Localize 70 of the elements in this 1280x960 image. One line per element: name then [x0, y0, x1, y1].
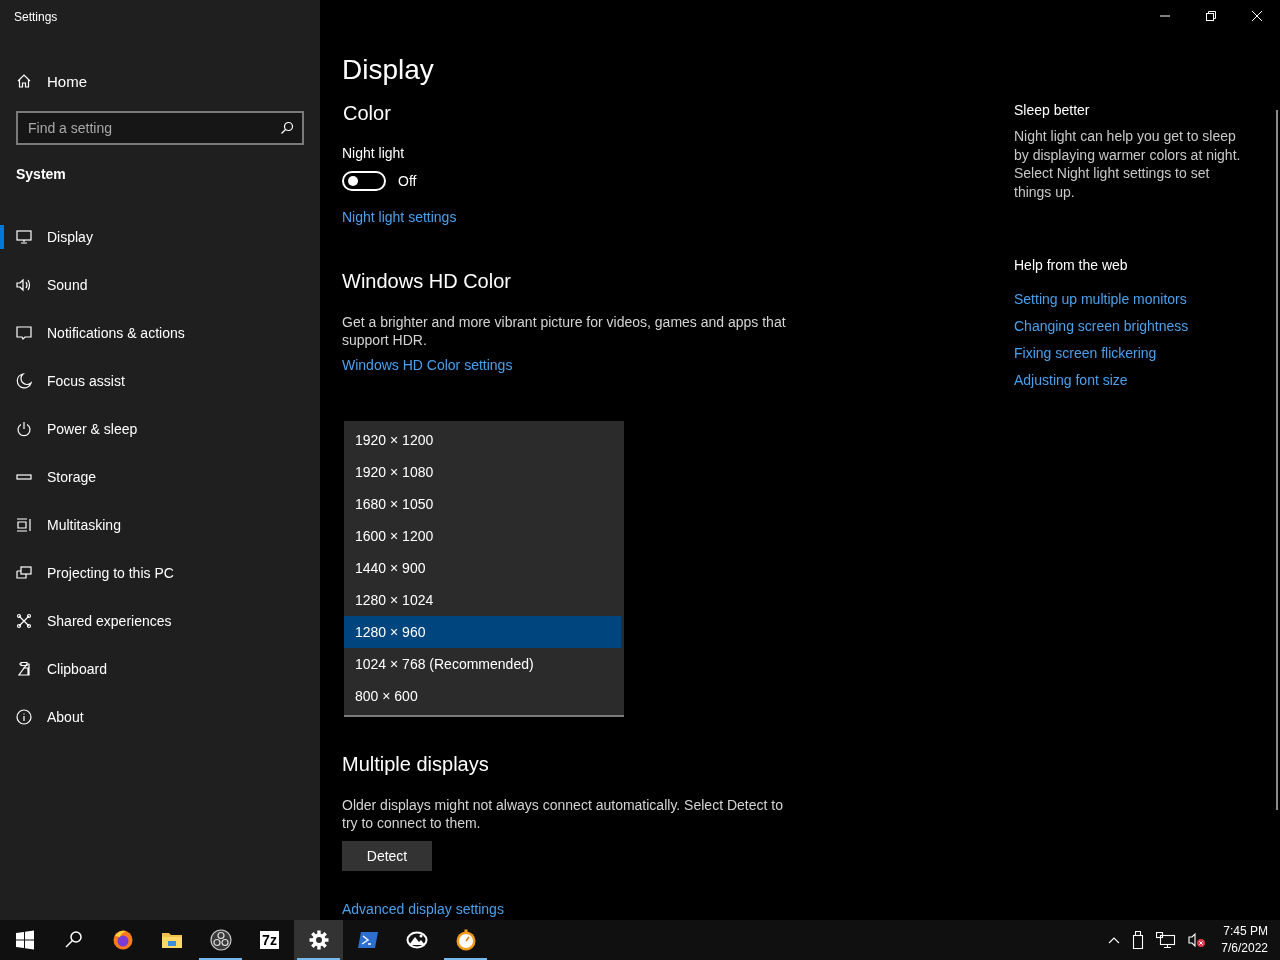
info-icon [16, 709, 32, 725]
archive-app-icon: 7z [260, 931, 279, 949]
speaker-icon [16, 277, 32, 293]
multitasking-icon [16, 517, 32, 533]
sidebar-item[interactable]: Display [0, 213, 320, 261]
restore-icon [1206, 11, 1216, 21]
sidebar-item[interactable]: Focus assist [0, 357, 320, 405]
detect-button[interactable]: Detect [342, 841, 432, 871]
dropdown-option[interactable]: 1024 × 768 (Recommended) [344, 648, 621, 680]
power-icon [16, 421, 32, 437]
dropdown-option[interactable]: 1440 × 900 [344, 552, 621, 584]
sidebar-item[interactable]: Sound [0, 261, 320, 309]
screens-icon [16, 565, 32, 581]
description-text: Get a brighter and more vibrant picture for videos, games and apps that support HDR. [342, 313, 787, 349]
sidebar-item[interactable]: Notifications & actions [0, 309, 320, 357]
search-icon [280, 121, 294, 135]
settings-link[interactable]: Advanced display settings [342, 901, 504, 917]
sidebar-item[interactable]: Projecting to this PC [0, 549, 320, 597]
description-text: Older displays might not always connect automatically. Select Detect to try to connect to them. [342, 796, 784, 832]
toggle-switch[interactable] [342, 171, 386, 191]
dropdown-option[interactable]: 1920 × 1200 [344, 424, 621, 456]
clock-time[interactable]: 7:45 PM [1223, 923, 1268, 940]
clipboard-icon [16, 661, 32, 677]
clock-date[interactable]: 7/6/2022 [1221, 940, 1268, 957]
sidebar-item[interactable]: Power & sleep [0, 405, 320, 453]
search-field[interactable]: Find a setting [16, 111, 304, 145]
section-heading: Windows HD Color [342, 270, 511, 293]
sidebar-item[interactable]: Clipboard [0, 645, 320, 693]
network-nodes-icon [16, 613, 32, 629]
dropdown-list[interactable]: 1920 × 1200 1920 × 1080 1680 × 1050 1600 × 1200 1440 × 900 1280 × 1024 1280 × 960 1024 × 768 (Recommended) 800 × 600 [344, 421, 624, 717]
network-icon[interactable] [1156, 932, 1177, 948]
monitor-icon [16, 229, 32, 245]
dropdown-option[interactable]: 1280 × 960 [344, 616, 621, 648]
help-link[interactable]: Setting up multiple monitors [1014, 291, 1187, 308]
page-title: Display [342, 54, 434, 87]
home-link[interactable]: Home [16, 65, 87, 97]
help-link[interactable]: Fixing screen flickering [1014, 345, 1157, 362]
dropdown-option[interactable]: 1600 × 1200 [344, 520, 621, 552]
usb-drive-icon[interactable] [1132, 931, 1145, 949]
window-title: Settings [13, 9, 59, 26]
moon-icon [16, 373, 32, 389]
taskbar-button[interactable] [294, 920, 343, 960]
record-circle-icon [208, 928, 233, 952]
sidebar-item[interactable]: Shared experiences [0, 597, 320, 645]
dropdown-option[interactable]: 800 × 600 [344, 680, 621, 712]
scrollbar[interactable] [1276, 110, 1278, 810]
aside-text: Night light can help you get to sleep by displaying warmer colors at night. Select Night light settings to set things up. [1014, 127, 1242, 201]
taskbar-button[interactable]: 7z [245, 920, 294, 960]
sidebar-item[interactable]: Storage [0, 453, 320, 501]
help-link[interactable]: Changing screen brightness [1014, 318, 1189, 335]
chevron-up-icon[interactable] [1108, 936, 1121, 944]
home-icon [16, 73, 32, 89]
settings-link[interactable]: Night light settings [342, 209, 457, 225]
close-icon [1252, 11, 1262, 21]
section-heading: Multiple displays [342, 753, 489, 776]
section-heading: System [16, 166, 66, 184]
settings-link[interactable]: Windows HD Color settings [342, 357, 513, 373]
dropdown-option[interactable]: 1680 × 1050 [344, 488, 621, 520]
toggle-state: Off [398, 173, 417, 189]
aside-heading: Help from the web [1014, 257, 1128, 273]
speaker-muted-icon[interactable] [1188, 932, 1207, 948]
dropdown-option[interactable]: 1280 × 1024 [344, 584, 621, 616]
setting-label: Night light [342, 145, 405, 161]
dropdown-option[interactable]: 1920 × 1080 [344, 456, 621, 488]
aside-heading: Sleep better [1014, 102, 1090, 118]
message-icon [16, 325, 32, 341]
section-heading: Color [343, 102, 391, 125]
sidebar-item[interactable]: About [0, 693, 320, 741]
sidebar-item[interactable]: Multitasking [0, 501, 320, 549]
help-link[interactable]: Adjusting font size [1014, 372, 1128, 389]
